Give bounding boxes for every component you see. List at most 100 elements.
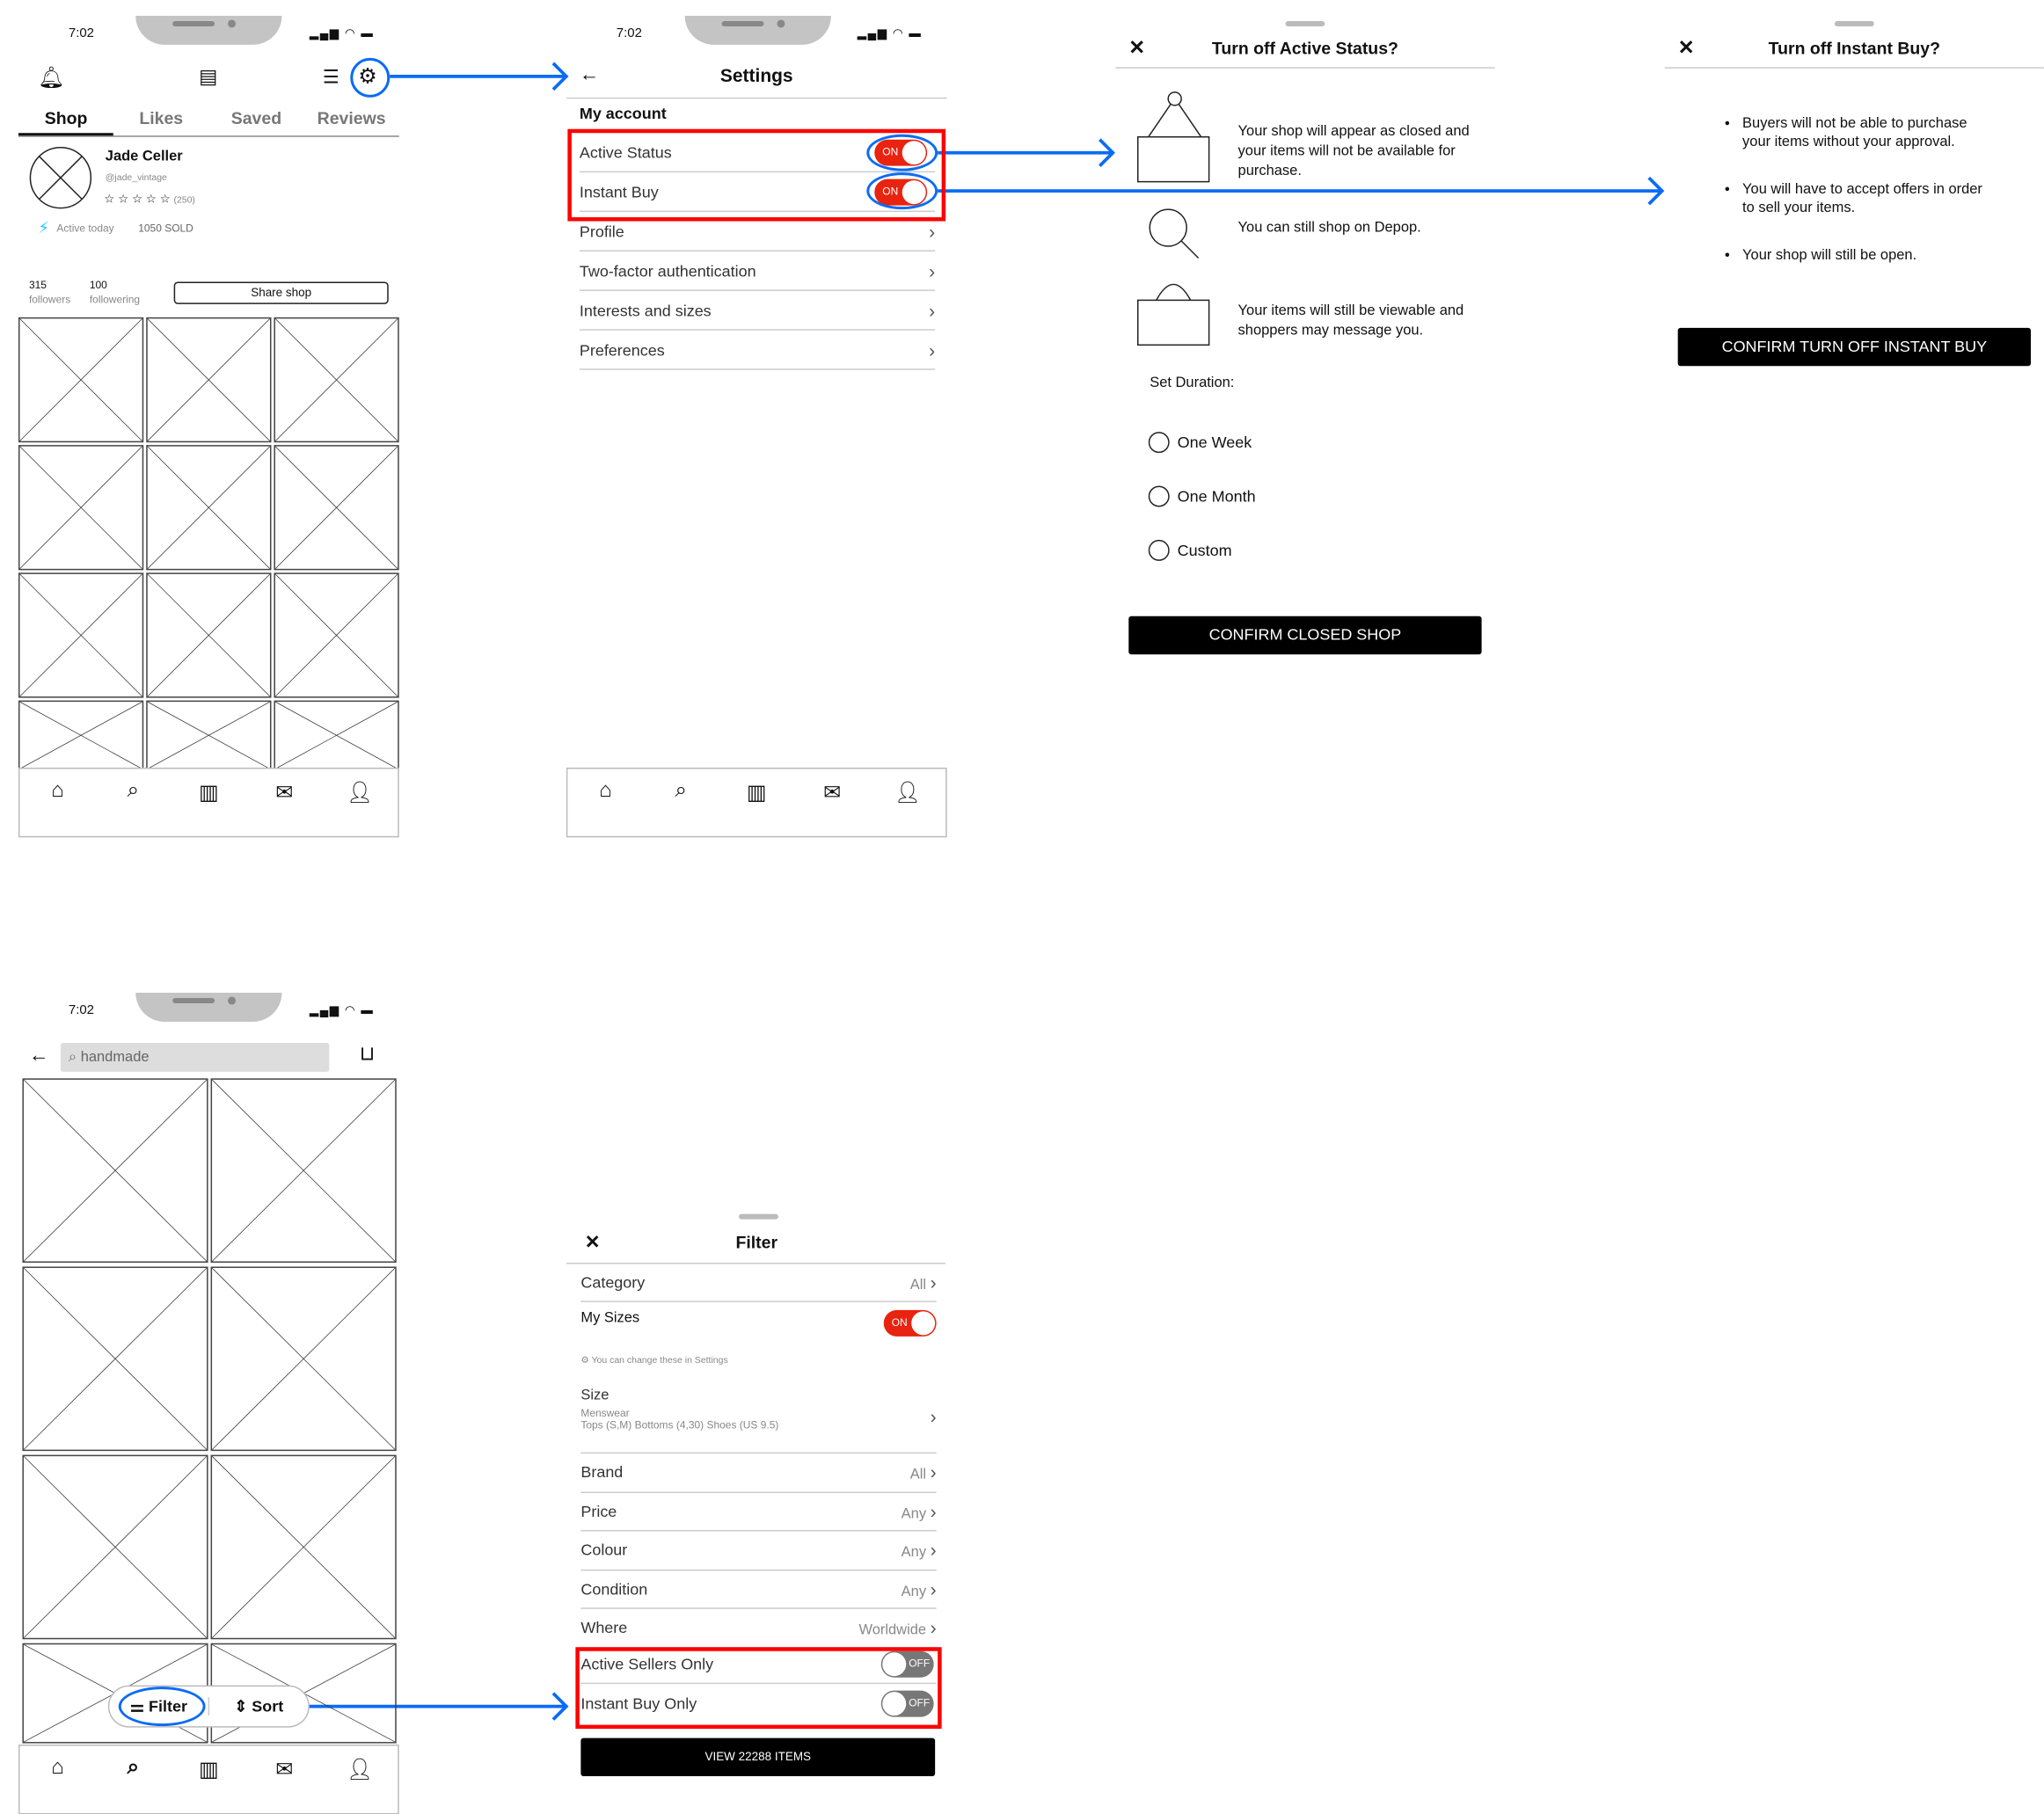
- image-placeholder[interactable]: [210, 1078, 397, 1264]
- image-placeholder[interactable]: [146, 572, 272, 698]
- highlight-ring: [866, 134, 938, 171]
- settings-row-interests[interactable]: Interests and sizes ›: [579, 291, 936, 331]
- info-text: Your items will still be viewable and sh…: [1237, 302, 1464, 339]
- filter-row-where[interactable]: Where Worldwide ›: [580, 1609, 937, 1648]
- home-icon[interactable]: ⌂: [38, 779, 77, 835]
- size-details: Tops (S,M) Bottoms (4,30) Shoes (US 9.5): [580, 1419, 779, 1432]
- chevron-right-icon: ›: [929, 299, 936, 321]
- confirm-closed-shop-button[interactable]: CONFIRM CLOSED SHOP: [1128, 616, 1482, 655]
- row-value: Any ›: [901, 1578, 937, 1599]
- filter-row-price[interactable]: Price Any ›: [580, 1492, 937, 1532]
- row-label: Where: [580, 1618, 628, 1637]
- section-my-account: My account: [579, 104, 667, 123]
- sort-button[interactable]: ⇕ Sort: [208, 1697, 309, 1716]
- back-arrow-icon[interactable]: ←: [29, 1044, 48, 1066]
- image-placeholder[interactable]: [146, 317, 272, 443]
- drag-handle[interactable]: [1834, 20, 1874, 26]
- home-icon[interactable]: ⌂: [586, 779, 625, 835]
- settings-hint: ⚙ You can change these in Settings: [580, 1356, 728, 1366]
- filter-row-my-sizes: My Sizes ON: [580, 1309, 937, 1337]
- radio-one-month[interactable]: One Month: [1148, 485, 1256, 507]
- tab-likes[interactable]: Likes: [113, 108, 208, 135]
- image-placeholder[interactable]: [210, 1454, 397, 1640]
- bottom-nav: ⌂ ⌕ ▥ ✉ 👤︎: [18, 767, 399, 838]
- status-time: 7:02: [68, 1003, 95, 1018]
- search-icon[interactable]: ⌕: [113, 1757, 153, 1813]
- search-icon[interactable]: ⌕: [113, 779, 153, 835]
- filter-row-brand[interactable]: Brand All ›: [580, 1453, 937, 1493]
- row-label: Condition: [580, 1579, 648, 1599]
- share-shop-button[interactable]: Share shop: [173, 281, 389, 304]
- search-query: handmade: [80, 1049, 150, 1066]
- bag-icon[interactable]: ⊔: [360, 1041, 376, 1065]
- image-placeholder[interactable]: [274, 445, 399, 571]
- home-icon[interactable]: ⌂: [38, 1757, 77, 1813]
- image-placeholder[interactable]: [18, 572, 144, 698]
- image-placeholder[interactable]: [18, 317, 144, 443]
- status-time: 7:02: [68, 25, 95, 41]
- image-placeholder[interactable]: [18, 445, 144, 571]
- search-icon[interactable]: ⌕: [661, 779, 701, 835]
- sold-count: 1050 SOLD: [138, 222, 193, 235]
- settings-row-preferences[interactable]: Preferences ›: [579, 331, 936, 370]
- image-placeholder[interactable]: [146, 700, 272, 770]
- tab-reviews[interactable]: Reviews: [304, 108, 399, 135]
- sliders-icon[interactable]: ☰: [323, 66, 339, 88]
- my-sizes-toggle[interactable]: ON: [883, 1309, 937, 1337]
- bullet-item: Buyers will not be able to purchase your…: [1742, 114, 1993, 151]
- chevron-right-icon: ›: [929, 220, 936, 242]
- shop-icon[interactable]: ▥: [189, 779, 229, 835]
- shop-handle: @jade_vintage: [105, 173, 167, 184]
- notch: [684, 15, 831, 45]
- sheet-title: Turn off Active Status?: [1211, 38, 1398, 58]
- image-placeholder[interactable]: [146, 445, 272, 571]
- profile-icon[interactable]: 👤︎: [340, 1757, 380, 1813]
- image-placeholder[interactable]: [274, 572, 399, 698]
- chevron-right-icon: ›: [929, 259, 936, 281]
- row-label: Category: [580, 1272, 646, 1292]
- tab-saved[interactable]: Saved: [208, 108, 303, 135]
- info-text: You can still shop on Depop.: [1237, 220, 1421, 237]
- image-placeholder[interactable]: [274, 700, 399, 770]
- radio-custom[interactable]: Custom: [1148, 539, 1232, 561]
- settings-title: Settings: [719, 64, 793, 86]
- rating-count: (250): [173, 196, 195, 206]
- mail-icon[interactable]: ✉: [265, 1757, 304, 1813]
- profile-icon[interactable]: 👤︎: [340, 779, 380, 835]
- shop-icon[interactable]: ▥: [737, 779, 777, 835]
- row-value: Any ›: [901, 1539, 937, 1561]
- search-input[interactable]: ⌕ handmade: [60, 1042, 330, 1072]
- image-placeholder[interactable]: [22, 1266, 208, 1452]
- row-label: Two-factor authentication: [579, 261, 756, 280]
- document-icon[interactable]: ▤: [199, 64, 217, 88]
- signal-wifi-battery-icon: ▂▄▆ ◠ ▬: [309, 1003, 375, 1016]
- shop-icon[interactable]: ▥: [189, 1757, 229, 1813]
- image-placeholder[interactable]: [22, 1078, 208, 1264]
- highlight-ring: [866, 172, 938, 210]
- settings-row-two-factor[interactable]: Two-factor authentication ›: [579, 251, 936, 291]
- filter-row-condition[interactable]: Condition Any ›: [580, 1570, 937, 1609]
- row-value: Any ›: [901, 1500, 937, 1522]
- signal-wifi-battery-icon: ▂▄▆ ◠ ▬: [857, 25, 923, 40]
- drag-handle[interactable]: [1285, 20, 1325, 26]
- notch: [135, 993, 282, 1022]
- radio-one-week[interactable]: One Week: [1148, 432, 1252, 454]
- mail-icon[interactable]: ✉: [265, 779, 304, 835]
- image-placeholder[interactable]: [22, 1454, 208, 1640]
- filter-row-size[interactable]: Size Menswear Tops (S,M) Bottoms (4,30) Sh…: [580, 1388, 937, 1454]
- filter-row-category[interactable]: Category All ›: [580, 1263, 937, 1302]
- mail-icon[interactable]: ✉: [813, 779, 852, 835]
- bag-icon: [1137, 283, 1210, 346]
- confirm-turn-off-instant-buy-button[interactable]: CONFIRM TURN OFF INSTANT BUY: [1677, 327, 2031, 367]
- signal-wifi-battery-icon: ▂▄▆ ◠ ▬: [309, 25, 375, 40]
- bottom-nav: ⌂ ⌕ ▥ ✉ 👤︎: [18, 1745, 399, 1814]
- image-placeholder[interactable]: [210, 1266, 397, 1452]
- filter-row-colour[interactable]: Colour Any ›: [580, 1531, 937, 1570]
- profile-icon[interactable]: 👤︎: [888, 779, 928, 835]
- view-items-button[interactable]: VIEW 22288 ITEMS: [580, 1738, 936, 1776]
- drag-handle[interactable]: [739, 1213, 778, 1220]
- image-placeholder[interactable]: [18, 700, 144, 770]
- bell-icon[interactable]: 🔔︎: [38, 64, 64, 91]
- image-placeholder[interactable]: [274, 317, 399, 443]
- tab-shop[interactable]: Shop: [18, 108, 114, 136]
